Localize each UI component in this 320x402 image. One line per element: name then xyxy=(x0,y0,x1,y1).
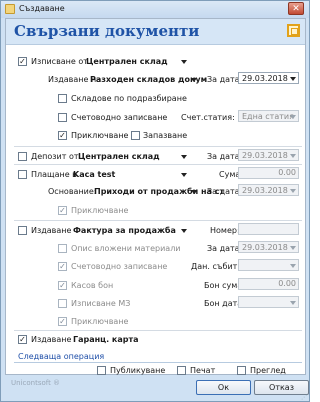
date-label-4: За дата: xyxy=(207,244,243,253)
divider xyxy=(14,330,302,331)
print-label: Печат xyxy=(190,366,216,375)
invoice-value[interactable]: Фактура за продажба xyxy=(73,226,176,235)
divider xyxy=(14,146,302,147)
issue-from-label: Изписване от xyxy=(31,57,88,66)
dialog-content: Свързани документи ✓ Изписване от Центра… xyxy=(5,18,306,375)
date-field-1[interactable]: 29.03.2018 xyxy=(238,72,299,84)
payment-label: Плащане в xyxy=(31,170,77,179)
cash-receipt-label: Касов бон xyxy=(71,281,114,290)
number-label: Номер: xyxy=(210,226,240,235)
number-field[interactable] xyxy=(238,223,299,235)
next-operation-link[interactable]: Следваща операция xyxy=(18,352,104,361)
account-article-select[interactable]: Една статия xyxy=(238,110,299,122)
chevron-down-icon xyxy=(290,189,296,193)
page-title: Свързани документи xyxy=(14,22,200,40)
divider xyxy=(14,220,302,221)
publish-label: Публикуване xyxy=(110,366,166,375)
finish-checkbox-4[interactable]: ✓ xyxy=(58,317,67,326)
window-title: Създаване xyxy=(19,4,65,13)
chevron-down-icon xyxy=(290,264,296,268)
date-field-2[interactable]: 29.03.2018 xyxy=(238,149,299,161)
chevron-down-icon xyxy=(290,301,296,305)
app-icon xyxy=(5,4,15,14)
date-label-2: За дата: xyxy=(207,152,243,161)
save-checkbox[interactable] xyxy=(131,131,140,140)
account-article-value: Една статия xyxy=(242,112,294,121)
accounting-entry-label: Счетоводно записване xyxy=(71,113,168,122)
date-value-2: 29.03.2018 xyxy=(242,151,288,160)
date-field-3[interactable]: 29.03.2018 xyxy=(238,184,299,196)
cancel-button[interactable]: Отказ xyxy=(254,380,309,395)
dialog-header: Свързани документи xyxy=(6,19,305,45)
divider xyxy=(14,164,302,165)
date-field-4[interactable]: 29.03.2018 xyxy=(238,241,299,253)
default-warehouses-checkbox[interactable] xyxy=(58,94,67,103)
issue-from-dropdown-icon[interactable] xyxy=(181,60,187,64)
date-value-1: 29.03.2018 xyxy=(242,74,288,83)
payment-value[interactable]: Kaca test xyxy=(73,170,115,179)
divider xyxy=(14,362,302,363)
finish-label-4: Приключване xyxy=(71,317,129,326)
accounting-entry-label-4: Счетоводно записване xyxy=(71,262,168,271)
publish-checkbox[interactable] xyxy=(97,366,106,375)
basis-label: Основание: xyxy=(48,187,97,196)
receipt-date-field[interactable] xyxy=(238,296,299,308)
basis-dropdown-icon[interactable] xyxy=(191,190,197,194)
materials-list-label: Опис вложени материали xyxy=(71,244,181,253)
invoice-label: Издаване xyxy=(31,226,72,235)
title-bar: Създаване ✕ xyxy=(1,1,309,18)
restore-icon[interactable] xyxy=(287,24,300,37)
cash-receipt-checkbox[interactable]: ✓ xyxy=(58,281,67,290)
accounting-entry-checkbox-4[interactable]: ✓ xyxy=(58,262,67,271)
date-label-1: За дата: xyxy=(207,75,243,84)
chevron-down-icon xyxy=(290,115,296,119)
accounting-entry-checkbox[interactable] xyxy=(58,113,67,122)
chevron-down-icon xyxy=(290,246,296,250)
issue-from-checkbox[interactable]: ✓ xyxy=(18,57,27,66)
basis-value[interactable]: Приходи от продажби на ст xyxy=(94,187,224,196)
m3-issue-checkbox[interactable] xyxy=(58,299,67,308)
doc-type-dropdown-icon[interactable] xyxy=(191,78,197,82)
finish-checkbox-3[interactable]: ✓ xyxy=(58,206,67,215)
issue-from-value[interactable]: Централен склад xyxy=(86,57,168,66)
tax-event-field[interactable] xyxy=(238,259,299,271)
print-checkbox[interactable] xyxy=(177,366,186,375)
payment-dropdown-icon[interactable] xyxy=(181,173,187,177)
chevron-down-icon xyxy=(290,77,296,81)
dialog-window: Създаване ✕ Свързани документи ✓ Изписва… xyxy=(0,0,310,402)
invoice-dropdown-icon[interactable] xyxy=(181,229,187,233)
warranty-card-label: Издаване xyxy=(31,335,72,344)
finish-label-3: Приключване xyxy=(71,206,129,215)
warranty-card-checkbox[interactable]: ✓ xyxy=(18,335,27,344)
deposit-value[interactable]: Централен склад xyxy=(78,152,160,161)
warranty-card-value: Гаранц. карта xyxy=(73,335,139,344)
chevron-down-icon xyxy=(290,154,296,158)
brand-label: Unicontsoft ® xyxy=(11,379,61,387)
finish-label-1: Приключване xyxy=(71,131,129,140)
ok-button[interactable]: Ок xyxy=(196,380,251,395)
close-button[interactable]: ✕ xyxy=(288,2,304,15)
default-warehouses-label: Складове по подразбиране xyxy=(71,94,187,103)
sum-field[interactable]: 0.00 xyxy=(238,167,299,179)
deposit-dropdown-icon[interactable] xyxy=(181,155,187,159)
account-article-label: Счет.статия: xyxy=(181,113,235,122)
receipt-sum-field[interactable]: 0.00 xyxy=(238,278,299,290)
materials-list-checkbox[interactable] xyxy=(58,244,67,253)
resize-grip-icon[interactable]: ⋰ xyxy=(301,394,307,401)
payment-checkbox[interactable] xyxy=(18,170,27,179)
preview-label: Преглед xyxy=(250,366,286,375)
date-value-3: 29.03.2018 xyxy=(242,186,288,195)
m3-issue-label: Изписване МЗ xyxy=(71,299,131,308)
deposit-label: Депозит от xyxy=(31,152,79,161)
invoice-checkbox[interactable] xyxy=(18,226,27,235)
save-label: Запазване xyxy=(143,131,188,140)
doc-type-value[interactable]: Разходен складов докум xyxy=(90,75,207,84)
date-label-3: За дата: xyxy=(207,187,243,196)
deposit-checkbox[interactable] xyxy=(18,152,27,161)
date-value-4: 29.03.2018 xyxy=(242,243,288,252)
preview-checkbox[interactable] xyxy=(237,366,246,375)
finish-checkbox-1[interactable]: ✓ xyxy=(58,131,67,140)
